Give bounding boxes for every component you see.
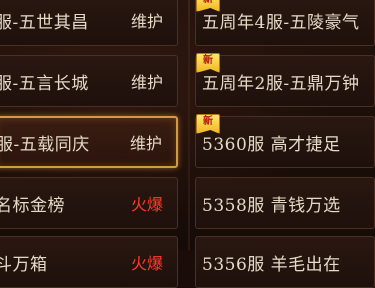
server-row[interactable]: 新 五周年2服-五鼎万钟 bbox=[195, 53, 375, 107]
server-name: 服-五世其昌 bbox=[0, 12, 89, 33]
server-name: 5358服 青钱万选 bbox=[202, 195, 341, 216]
server-name: 五周年4服-五陵豪气 bbox=[202, 12, 360, 33]
server-status: 维护 bbox=[130, 73, 163, 92]
server-row[interactable]: 新 五周年4服-五陵豪气 bbox=[195, 0, 375, 46]
server-row[interactable]: 服-五世其昌 维护 bbox=[0, 0, 178, 46]
server-name: 五周年2服-五鼎万钟 bbox=[202, 73, 360, 94]
server-name: 5356服 羊毛出在 bbox=[202, 254, 341, 275]
column-divider bbox=[188, 0, 190, 250]
server-row-selected[interactable]: 服-五载同庆 维护 bbox=[0, 116, 178, 168]
server-name: 5360服 高才捷足 bbox=[202, 134, 341, 155]
server-row[interactable]: 名标金榜 火爆 bbox=[0, 177, 178, 229]
server-list-left: 服-五世其昌 维护 服-五言长城 维护 服-五载同庆 维护 名标金榜 火爆 斗万… bbox=[0, 0, 185, 288]
server-name: 名标金榜 bbox=[0, 195, 65, 216]
server-status-hot: 火爆 bbox=[130, 254, 163, 273]
server-row[interactable]: 斗万箱 火爆 bbox=[0, 236, 178, 288]
server-name: 服-五言长城 bbox=[0, 73, 89, 94]
server-status: 维护 bbox=[129, 134, 162, 153]
server-row[interactable]: 5358服 青钱万选 bbox=[195, 177, 375, 229]
server-status: 维护 bbox=[130, 12, 163, 31]
server-row[interactable]: 新 5360服 高才捷足 bbox=[195, 114, 375, 168]
server-name: 斗万箱 bbox=[0, 254, 48, 275]
server-status-hot: 火爆 bbox=[130, 195, 163, 214]
server-row[interactable]: 5356服 羊毛出在 bbox=[195, 236, 375, 288]
server-name: 服-五载同庆 bbox=[0, 134, 90, 155]
server-list-right: 新 五周年4服-五陵豪气 新 五周年2服-五鼎万钟 新 5360服 高才捷足 5… bbox=[193, 0, 375, 288]
server-row[interactable]: 服-五言长城 维护 bbox=[0, 55, 178, 107]
